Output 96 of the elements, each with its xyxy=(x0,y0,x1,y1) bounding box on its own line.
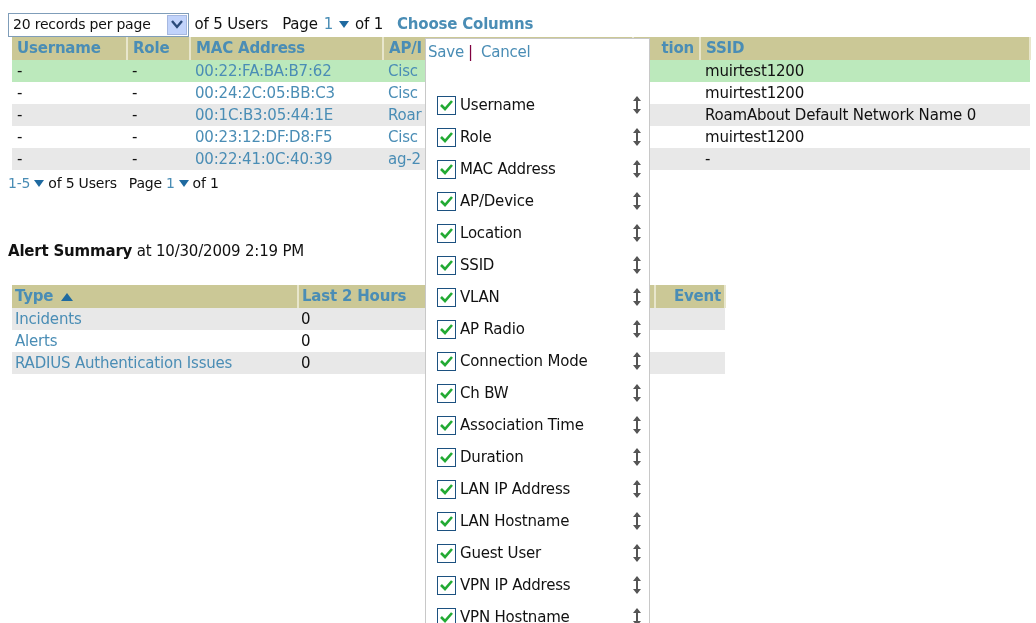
column-option-label: Duration xyxy=(460,446,524,468)
records-per-page-select[interactable]: 20 records per page xyxy=(8,12,189,37)
column-option-label: Ch BW xyxy=(460,382,509,404)
range-link[interactable]: 1-5 xyxy=(8,172,31,194)
mac-address-link[interactable]: 00:23:12:DF:D8:F5 xyxy=(195,128,333,146)
checkbox[interactable] xyxy=(437,447,456,467)
column-header[interactable]: SSID xyxy=(700,37,1030,60)
column-option-label: Username xyxy=(460,94,535,116)
dropdown-arrow-icon[interactable] xyxy=(339,21,349,28)
device-link[interactable]: Cisc xyxy=(388,84,418,102)
choose-columns-link[interactable]: Choose Columns xyxy=(397,13,534,36)
reorder-handle-icon[interactable] xyxy=(632,191,642,211)
column-option-label: Role xyxy=(460,126,492,148)
checkbox[interactable] xyxy=(437,319,456,339)
separator: | xyxy=(468,42,473,63)
device-link[interactable]: ag-2 xyxy=(388,150,421,168)
table-cell: muirtest1200 xyxy=(700,82,1030,104)
reorder-handle-icon[interactable] xyxy=(632,479,642,499)
reorder-handle-icon[interactable] xyxy=(632,351,642,371)
column-header[interactable]: MAC Address xyxy=(190,37,383,60)
table-cell: - xyxy=(12,126,127,148)
reorder-handle-icon[interactable] xyxy=(632,383,642,403)
table-cell: - xyxy=(12,148,127,170)
page-link[interactable]: 1 xyxy=(323,13,333,36)
reorder-handle-icon[interactable] xyxy=(632,607,642,623)
page-link[interactable]: 1 xyxy=(165,172,175,194)
checkbox[interactable] xyxy=(437,191,456,211)
checkbox[interactable] xyxy=(437,575,456,595)
reorder-handle-icon[interactable] xyxy=(632,511,642,531)
checkbox[interactable] xyxy=(437,95,456,115)
column-option-label: VPN IP Address xyxy=(460,574,571,596)
checkbox[interactable] xyxy=(437,543,456,563)
checkbox[interactable] xyxy=(437,607,456,623)
column-header[interactable]: Type xyxy=(12,285,298,308)
checkbox[interactable] xyxy=(437,351,456,371)
column-option-label: Connection Mode xyxy=(460,350,588,372)
table-cell: - xyxy=(700,148,1030,170)
alert-type-link[interactable]: Alerts xyxy=(15,332,58,350)
checkbox[interactable] xyxy=(437,255,456,275)
checkbox[interactable] xyxy=(437,511,456,531)
table-cell: - xyxy=(12,60,127,82)
table-cell: muirtest1200 xyxy=(700,60,1030,82)
page-total: of 1 xyxy=(355,14,383,36)
column-option-label: VLAN xyxy=(460,286,500,308)
reorder-handle-icon[interactable] xyxy=(632,223,642,243)
table-cell: - xyxy=(127,104,190,126)
column-header[interactable]: Event xyxy=(655,285,725,308)
users-count: of 5 Users xyxy=(48,173,117,193)
table-cell: - xyxy=(12,82,127,104)
page-label: Page xyxy=(282,14,318,36)
checkbox[interactable] xyxy=(437,479,456,499)
column-option-label: Location xyxy=(460,222,522,244)
reorder-handle-icon[interactable] xyxy=(632,255,642,275)
dropdown-arrow-icon[interactable] xyxy=(178,179,189,187)
device-link[interactable]: Cisc xyxy=(388,128,418,146)
checkbox[interactable] xyxy=(437,127,456,147)
column-option-label: Guest User xyxy=(460,542,541,564)
reorder-handle-icon[interactable] xyxy=(632,447,642,467)
reorder-handle-icon[interactable] xyxy=(632,127,642,147)
table-cell: - xyxy=(12,104,127,126)
table-cell: - xyxy=(127,82,190,104)
chevron-down-icon xyxy=(170,20,183,29)
table-cell: - xyxy=(127,60,190,82)
device-link[interactable]: Cisc xyxy=(388,62,418,80)
column-option-label: SSID xyxy=(460,254,495,276)
table-cell: muirtest1200 xyxy=(700,126,1030,148)
column-option-label: LAN Hostname xyxy=(460,510,570,532)
page-total: of 1 xyxy=(192,173,219,193)
reorder-handle-icon[interactable] xyxy=(632,415,642,435)
column-option-label: AP/Device xyxy=(460,190,534,212)
reorder-handle-icon[interactable] xyxy=(632,287,642,307)
column-option-label: LAN IP Address xyxy=(460,478,571,500)
column-option-label: VPN Hostname xyxy=(460,606,570,623)
reorder-handle-icon[interactable] xyxy=(632,319,642,339)
table-cell: - xyxy=(127,126,190,148)
checkbox[interactable] xyxy=(437,383,456,403)
reorder-handle-icon[interactable] xyxy=(632,95,642,115)
column-header[interactable]: Username xyxy=(12,37,127,60)
column-option-label: MAC Address xyxy=(460,158,556,180)
table-cell: - xyxy=(127,148,190,170)
dropdown-arrow-icon[interactable] xyxy=(34,179,45,187)
checkbox[interactable] xyxy=(437,159,456,179)
users-count: of 5 Users xyxy=(194,14,269,36)
reorder-handle-icon[interactable] xyxy=(632,543,642,563)
checkbox[interactable] xyxy=(437,415,456,435)
column-option-label: Association Time xyxy=(460,414,584,436)
reorder-handle-icon[interactable] xyxy=(632,159,642,179)
checkbox[interactable] xyxy=(437,223,456,243)
checkbox[interactable] xyxy=(437,287,456,307)
device-link[interactable]: Roar xyxy=(388,106,422,124)
table-cell: RoamAbout Default Network Name 0 xyxy=(700,104,1030,126)
page-label: Page xyxy=(128,173,162,193)
reorder-handle-icon[interactable] xyxy=(632,575,642,595)
mac-address-link[interactable]: 00:24:2C:05:BB:C3 xyxy=(195,84,335,102)
alert-type-link[interactable]: Incidents xyxy=(15,310,82,328)
column-header[interactable]: Role xyxy=(127,37,190,60)
